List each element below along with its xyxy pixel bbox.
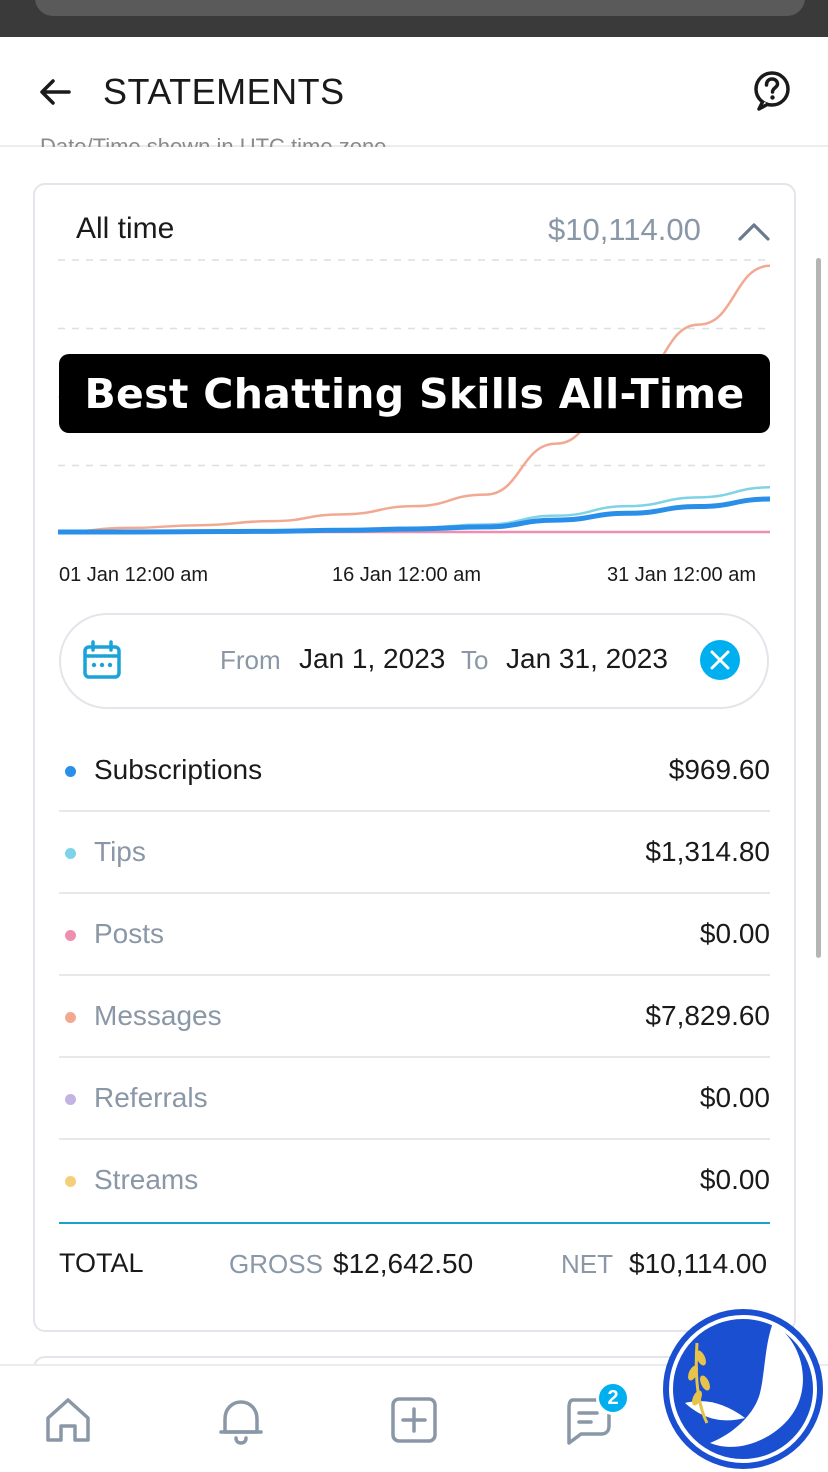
breakdown-value: $0.00 — [699, 1082, 770, 1113]
net-value: $10,114.00 — [629, 1248, 768, 1279]
period-label: All time — [76, 212, 175, 245]
breakdown-row[interactable]: Messages $7,829.60 — [59, 976, 770, 1058]
gross-label: GROSS — [229, 1249, 323, 1279]
legend-dot — [65, 1094, 76, 1105]
breakdown-label: Referrals — [94, 1082, 208, 1113]
arrow-left-icon — [40, 79, 71, 105]
clear-date-button[interactable] — [700, 640, 740, 680]
x-tick-label: 31 Jan 12:00 am — [607, 564, 756, 586]
breakdown-label: Messages — [94, 1000, 222, 1031]
breakdown-label: Posts — [94, 918, 165, 949]
x-tick-label: 16 Jan 12:00 am — [332, 564, 481, 586]
legend-dot — [65, 766, 76, 777]
x-tick-label: 01 Jan 12:00 am — [59, 564, 208, 586]
help-circle-icon — [754, 71, 790, 111]
breakdown-label: Tips — [94, 836, 146, 867]
breakdown-row[interactable]: Posts $0.00 — [59, 894, 770, 976]
from-date[interactable]: Jan 1, 2023 — [299, 643, 445, 675]
collapse-button[interactable] — [736, 216, 772, 246]
breakdown-label: Streams — [94, 1164, 199, 1195]
dove-logo — [663, 1309, 823, 1469]
total-divider — [59, 1222, 770, 1224]
to-date[interactable]: Jan 31, 2023 — [506, 643, 668, 675]
close-icon — [710, 650, 730, 670]
nav-new-post[interactable] — [384, 1390, 444, 1450]
nav-home[interactable] — [38, 1390, 98, 1450]
breakdown-value: $7,829.60 — [645, 1000, 770, 1031]
legend-dot — [65, 1012, 76, 1023]
legend-dot — [65, 848, 76, 859]
status-pill — [35, 0, 805, 16]
chevron-up-icon — [738, 223, 770, 241]
to-label: To — [461, 645, 489, 675]
back-button[interactable] — [30, 67, 80, 117]
calendar-icon[interactable] — [82, 640, 122, 680]
breakdown-value: $969.60 — [668, 754, 770, 785]
overlay-banner: Best Chatting Skills All-Time — [59, 354, 770, 433]
page-title: STATEMENTS — [103, 71, 345, 112]
overlay-text: Best Chatting Skills All-Time — [84, 369, 745, 418]
net-label: NET — [561, 1249, 613, 1279]
app-header: STATEMENTS — [0, 37, 828, 147]
breakdown-value: $0.00 — [699, 1164, 770, 1195]
plus-square-icon — [391, 1397, 437, 1443]
bell-icon — [219, 1400, 263, 1445]
status-bar — [0, 0, 828, 37]
breakdown-row[interactable]: Referrals $0.00 — [59, 1058, 770, 1140]
breakdown-row[interactable]: Tips $1,314.80 — [59, 812, 770, 894]
from-label: From — [220, 645, 281, 675]
breakdown-value: $0.00 — [699, 918, 770, 949]
scrollbar[interactable] — [816, 258, 821, 958]
nav-notifications[interactable] — [211, 1390, 271, 1450]
breakdown-label: Subscriptions — [94, 754, 263, 785]
breakdown-row[interactable]: Streams $0.00 — [59, 1140, 770, 1222]
breakdown-row[interactable]: Subscriptions $969.60 — [59, 730, 770, 812]
help-button[interactable] — [748, 67, 796, 115]
period-amount: $10,114.00 — [548, 212, 701, 247]
messages-badge: 2 — [596, 1381, 630, 1415]
breakdown-value: $1,314.80 — [645, 836, 770, 867]
home-icon — [46, 1398, 90, 1442]
legend-dot — [65, 930, 76, 941]
total-label: TOTAL — [59, 1248, 144, 1278]
legend-dot — [65, 1176, 76, 1187]
gross-value: $12,642.50 — [333, 1248, 474, 1279]
